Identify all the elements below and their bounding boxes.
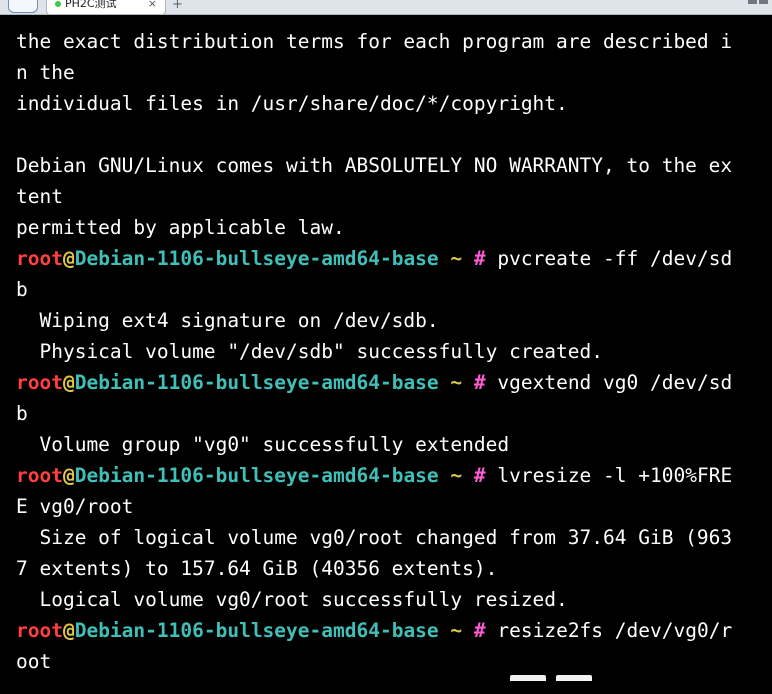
tab-title: PH2C测试 (65, 0, 117, 10)
command-text: lvresize -l +100%FRE (485, 464, 733, 487)
prompt-at: @ (62, 619, 75, 642)
command-line: root@Debian-1106-bullseye-amd64-base ~ #… (16, 243, 756, 274)
output-line: Physical volume "/dev/sdb" successfully … (16, 340, 603, 363)
terminal-output[interactable]: the exact distribution terms for each pr… (0, 15, 772, 694)
output-line: oot (16, 650, 52, 673)
layout-grid-icon[interactable] (746, 0, 770, 5)
command-line: root@Debian-1106-bullseye-amd64-base ~ #… (16, 615, 756, 646)
prompt-host: Debian-1106-bullseye-amd64-base (74, 371, 439, 394)
output-line: the exact distribution terms for each pr… (16, 30, 733, 53)
output-line: permitted by applicable law. (16, 216, 345, 239)
command-text: pvcreate -ff /dev/sd (485, 247, 733, 270)
tab-close-icon[interactable]: × (148, 0, 157, 11)
terminal-tab[interactable]: PH2C测试 × (46, 0, 166, 14)
prompt-dir: ~ (438, 464, 463, 487)
prompt-user: root (16, 464, 63, 487)
command-text: resize2fs /dev/vg0/r (485, 619, 733, 642)
output-line: E vg0/root (16, 495, 134, 518)
output-line: n the (16, 61, 75, 84)
prompt-dir: ~ (438, 619, 463, 642)
new-tab-button[interactable]: + (172, 0, 183, 12)
prompt-symbol: # (462, 247, 486, 270)
output-line: Size of logical volume vg0/root changed … (16, 526, 733, 549)
prompt-symbol: # (462, 619, 486, 642)
output-line: Wiping ext4 signature on /dev/sdb. (16, 309, 439, 332)
terminal-lines: the exact distribution terms for each pr… (16, 26, 756, 677)
prompt-host: Debian-1106-bullseye-amd64-base (74, 247, 439, 270)
prompt-symbol: # (462, 371, 486, 394)
prompt-user: root (16, 247, 63, 270)
output-line: individual files in /usr/share/doc/*/cop… (16, 92, 568, 115)
prompt-user: root (16, 371, 63, 394)
prompt-at: @ (62, 247, 75, 270)
tab-bar: PH2C测试 × + (0, 0, 772, 15)
command-text: vgextend vg0 /dev/sd (485, 371, 733, 394)
command-line: root@Debian-1106-bullseye-amd64-base ~ #… (16, 460, 756, 491)
command-line: root@Debian-1106-bullseye-amd64-base ~ #… (16, 367, 756, 398)
prompt-dir: ~ (438, 247, 463, 270)
prompt-at: @ (62, 464, 75, 487)
output-line: b (16, 278, 28, 301)
output-line: tent (16, 185, 63, 208)
output-line: Debian GNU/Linux comes with ABSOLUTELY N… (16, 154, 733, 177)
connection-status-icon (55, 1, 61, 7)
output-line: Logical volume vg0/root successfully res… (16, 588, 568, 611)
prompt-user: root (16, 619, 63, 642)
prompt-at: @ (62, 371, 75, 394)
prompt-dir: ~ (438, 371, 463, 394)
prompt-host: Debian-1106-bullseye-amd64-base (74, 464, 439, 487)
output-line: 7 extents) to 157.64 GiB (40356 extents)… (16, 557, 498, 580)
output-line: Volume group "vg0" successfully extended (16, 433, 510, 456)
session-manager-icon[interactable] (8, 0, 38, 13)
prompt-symbol: # (462, 464, 486, 487)
output-line: b (16, 402, 28, 425)
prompt-host: Debian-1106-bullseye-amd64-base (74, 619, 439, 642)
